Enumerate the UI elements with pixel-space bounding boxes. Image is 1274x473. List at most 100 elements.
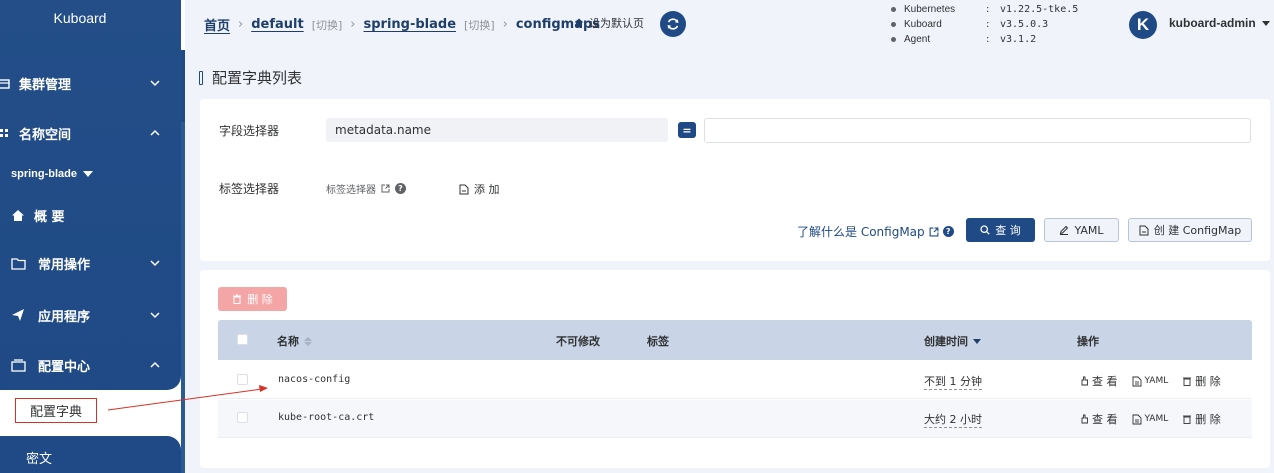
delete-button[interactable]: 删 除 bbox=[218, 287, 287, 311]
version-row: Kuboard: v3.5.0.3 bbox=[891, 17, 1078, 32]
delete-row-button[interactable]: 删 除 bbox=[1182, 411, 1221, 427]
document-add-icon bbox=[1139, 225, 1149, 235]
breadcrumb-separator-icon: › bbox=[350, 17, 356, 32]
breadcrumb: 首页 › default [切换] › spring-blade [切换] › … bbox=[204, 15, 600, 34]
chevron-up-icon bbox=[150, 361, 160, 368]
column-header-label: 创建时间 bbox=[924, 335, 968, 348]
label-selector-help[interactable]: 标签选择器 ? bbox=[326, 181, 406, 196]
refresh-icon bbox=[667, 18, 679, 30]
sidebar-item-cluster[interactable]: 集群管理 bbox=[0, 65, 181, 101]
field-selector-select[interactable]: metadata.name bbox=[326, 118, 668, 142]
set-default-page-link[interactable]: 设为默认页 bbox=[574, 15, 644, 31]
configmap-name-link[interactable]: kube-root-ca.crt bbox=[278, 412, 374, 423]
view-button[interactable]: 查 看 bbox=[1079, 411, 1118, 427]
column-header-immutable: 不可修改 bbox=[556, 335, 600, 348]
sidebar-item-namespace[interactable]: 名称空间 bbox=[0, 115, 181, 151]
set-default-label: 设为默认页 bbox=[589, 17, 644, 30]
namespace-selector[interactable]: spring-blade bbox=[11, 168, 94, 180]
breadcrumb-namespace[interactable]: spring-blade bbox=[364, 17, 457, 32]
yaml-button-label: YAML bbox=[1074, 223, 1104, 237]
brand-title: Kuboard bbox=[53, 10, 107, 26]
select-all-checkbox[interactable] bbox=[237, 334, 248, 345]
created-time: 大约 2 小时 bbox=[924, 413, 982, 428]
sort-desc-icon bbox=[973, 338, 981, 344]
document-icon bbox=[1132, 376, 1141, 386]
yaml-row-button[interactable]: YAML bbox=[1132, 414, 1169, 425]
refresh-button[interactable] bbox=[660, 11, 686, 37]
page-title-text: 配置字典列表 bbox=[212, 69, 303, 87]
create-configmap-button[interactable]: 创 建 ConfigMap bbox=[1128, 218, 1252, 242]
switch-cluster-link[interactable]: [切换] bbox=[312, 17, 343, 33]
yaml-label: YAML bbox=[1144, 414, 1169, 424]
learn-configmap-text: 了解什么是 ConfigMap bbox=[797, 225, 925, 239]
version-colon: : bbox=[986, 19, 990, 30]
column-header-actions: 操作 bbox=[1077, 335, 1099, 348]
field-selector-label: 字段选择器 bbox=[219, 124, 280, 138]
add-label-button[interactable]: 添 加 bbox=[459, 181, 500, 197]
hand-pointer-icon bbox=[1081, 414, 1088, 424]
row-checkbox[interactable] bbox=[237, 412, 248, 423]
column-header-created[interactable]: 创建时间 bbox=[924, 333, 981, 349]
sidebar-item-overview[interactable]: 概 要 bbox=[0, 197, 181, 233]
sidebar-item-applications[interactable]: 应用程序 bbox=[0, 297, 181, 333]
row-checkbox[interactable] bbox=[237, 374, 248, 385]
question-icon: ? bbox=[395, 183, 406, 194]
add-label-text: 添 加 bbox=[474, 183, 500, 196]
created-time: 不到 1 分钟 bbox=[924, 375, 982, 390]
sidebar-item-label: 应用程序 bbox=[38, 309, 91, 325]
breadcrumb-home[interactable]: 首页 bbox=[204, 15, 230, 34]
sidebar-scrollbar-thumb[interactable] bbox=[181, 122, 185, 473]
bullet-icon bbox=[891, 22, 896, 27]
chevron-down-icon bbox=[150, 312, 160, 319]
breadcrumb-cluster[interactable]: default bbox=[251, 17, 303, 32]
delete-label: 删 除 bbox=[1195, 375, 1221, 388]
version-value: v1.22.5-tke.5 bbox=[1000, 4, 1079, 15]
trash-icon bbox=[1183, 377, 1192, 386]
column-header-name[interactable]: 名称 bbox=[277, 333, 312, 349]
chevron-down-icon bbox=[150, 80, 160, 87]
yaml-row-button[interactable]: YAML bbox=[1132, 376, 1168, 387]
question-icon: ? bbox=[942, 226, 954, 237]
version-name: Kuboard bbox=[904, 19, 942, 30]
home-icon bbox=[10, 207, 26, 223]
sidebar-item-config-center[interactable]: 配置中心 bbox=[0, 347, 181, 383]
caret-down-icon bbox=[1261, 20, 1270, 26]
search-icon bbox=[980, 225, 990, 235]
sidebar-item-label: 集群管理 bbox=[19, 77, 72, 93]
sidebar-item-label: 配置中心 bbox=[38, 359, 91, 375]
yaml-button[interactable]: YAML bbox=[1044, 218, 1119, 242]
namespace-icon bbox=[0, 125, 12, 141]
namespace-name: spring-blade bbox=[11, 168, 78, 180]
delete-label: 删 除 bbox=[1195, 413, 1221, 426]
operator-badge[interactable]: = bbox=[678, 122, 696, 138]
edit-icon bbox=[1060, 225, 1069, 235]
learn-configmap-link[interactable]: 了解什么是 ConfigMap ? bbox=[797, 223, 954, 240]
folder-icon bbox=[10, 255, 26, 271]
field-selector-value: metadata.name bbox=[335, 123, 432, 137]
version-value: v3.5.0.3 bbox=[1000, 19, 1049, 30]
document-add-icon bbox=[459, 184, 469, 194]
configmap-name-link[interactable]: nacos-config bbox=[278, 374, 350, 385]
hand-pointer-icon bbox=[1081, 376, 1088, 386]
sidebar-item-secret[interactable]: 密文 bbox=[26, 448, 52, 467]
user-menu[interactable]: kuboard-admin bbox=[1169, 16, 1270, 30]
query-button[interactable]: 查 询 bbox=[966, 218, 1035, 242]
trash-icon bbox=[1183, 415, 1192, 424]
sidebar: Kuboard 集群管理 名称空间 spring-blade 概 要 常用操作 bbox=[0, 0, 185, 473]
field-value-input[interactable] bbox=[704, 118, 1251, 143]
label-selector-link: 标签选择器 bbox=[326, 185, 376, 196]
sidebar-item-configmap[interactable]: 配置字典 bbox=[15, 398, 97, 423]
avatar[interactable]: K bbox=[1129, 11, 1157, 39]
sidebar-item-label: 概 要 bbox=[34, 209, 65, 225]
version-row: Kubernetes: v1.22.5-tke.5 bbox=[891, 2, 1078, 17]
delete-row-button[interactable]: 删 除 bbox=[1182, 373, 1221, 389]
page-title: 配置字典列表 bbox=[199, 67, 302, 88]
view-button[interactable]: 查 看 bbox=[1079, 373, 1118, 389]
caret-down-icon bbox=[83, 171, 94, 177]
column-header-labels: 标签 bbox=[647, 335, 669, 348]
chevron-down-icon bbox=[150, 260, 160, 267]
view-label: 查 看 bbox=[1092, 413, 1118, 426]
breadcrumb-separator-icon: › bbox=[502, 17, 508, 32]
switch-namespace-link[interactable]: [切换] bbox=[464, 17, 495, 33]
sidebar-item-common-ops[interactable]: 常用操作 bbox=[0, 245, 181, 281]
